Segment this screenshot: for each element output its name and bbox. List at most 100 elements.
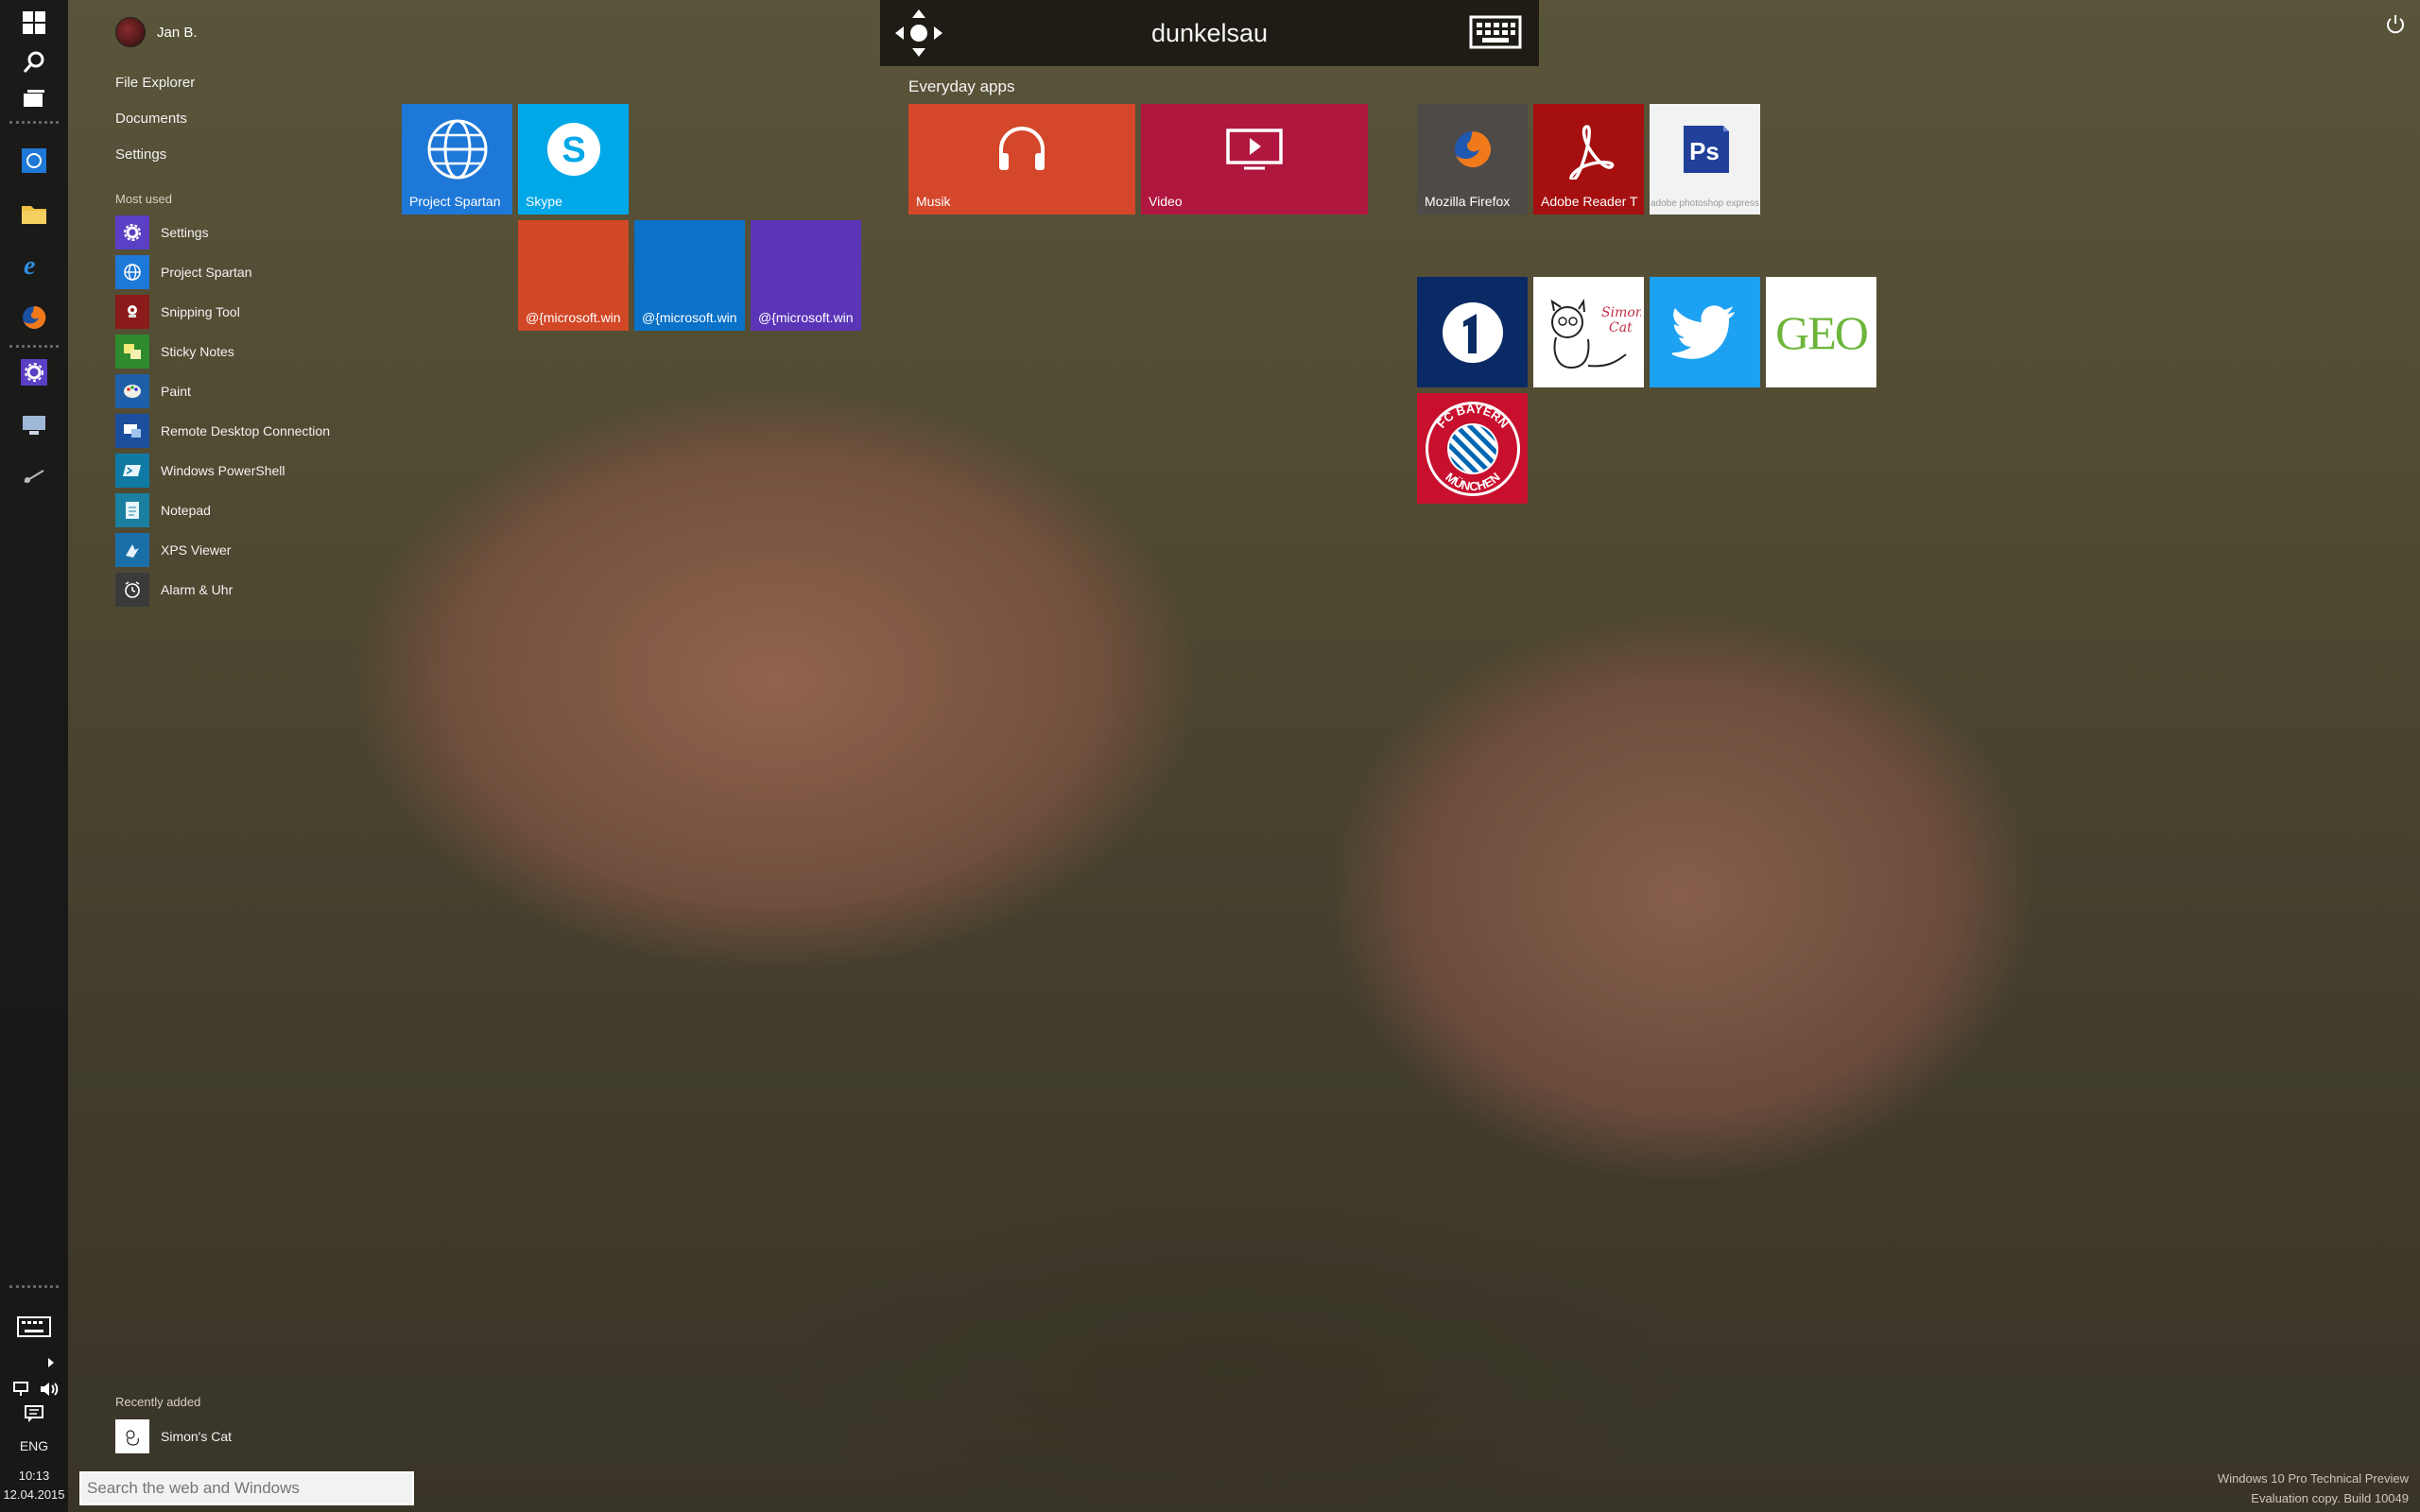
project-spartan-taskbar-icon[interactable] [17, 144, 51, 178]
tile-project-spartan[interactable]: Project Spartan [402, 104, 512, 215]
snipping-tool-taskbar-icon[interactable] [17, 459, 51, 493]
task-view-icon[interactable] [17, 81, 51, 115]
sticky-note-icon [115, 335, 149, 369]
keyboard-icon[interactable] [1469, 13, 1522, 51]
palette-icon [115, 374, 149, 408]
fc-bayern-icon: FC BAYERN MÜNCHEN [1417, 393, 1528, 504]
tile-microsoft-app[interactable]: @{microsoft.win [518, 220, 629, 331]
avatar [115, 17, 146, 47]
settings-taskbar-icon[interactable] [17, 355, 51, 389]
internet-explorer-icon[interactable]: e [17, 248, 51, 282]
most-used-item[interactable]: Project Spartan [115, 255, 252, 289]
most-used-item[interactable]: Remote Desktop Connection [115, 414, 330, 448]
twitter-icon [1650, 277, 1760, 387]
svg-text:e: e [24, 251, 35, 278]
tile-label: Video [1149, 194, 1183, 209]
tile-microsoft-app[interactable]: @{microsoft.win [634, 220, 745, 331]
search-icon[interactable] [17, 45, 51, 79]
ard-das-erste-icon [1417, 277, 1528, 387]
most-used-heading: Most used [115, 192, 172, 206]
svg-text:S: S [562, 130, 585, 170]
tile-twitter[interactable] [1650, 277, 1760, 387]
clock-time[interactable]: 10:13 [0, 1469, 68, 1483]
tile-video[interactable]: Video [1141, 104, 1368, 215]
user-account[interactable]: Jan B. [115, 17, 198, 47]
tile-microsoft-app[interactable]: @{microsoft.win [751, 220, 861, 331]
simons-cat-icon [115, 1419, 149, 1453]
file-explorer-icon[interactable] [17, 197, 51, 231]
powershell-icon [115, 454, 149, 488]
headphones-icon [908, 104, 1135, 194]
watermark-line-1: Windows 10 Pro Technical Preview [2217, 1471, 2409, 1486]
most-used-item[interactable]: Paint [115, 374, 191, 408]
remote-desktop-taskbar-icon[interactable] [17, 408, 51, 442]
watermark-line-2: Evaluation copy. Build 10049 [2251, 1491, 2409, 1505]
link-documents[interactable]: Documents [115, 111, 187, 127]
language-indicator[interactable]: ENG [0, 1438, 68, 1453]
tile-musik[interactable]: Musik [908, 104, 1135, 215]
scissors-icon [115, 295, 149, 329]
recently-added-item[interactable]: Simon's Cat [115, 1419, 232, 1453]
tile-skype[interactable]: S Skype [518, 104, 629, 215]
svg-text:Ps: Ps [1689, 137, 1720, 165]
most-used-label: Paint [161, 384, 191, 399]
top-bar-title: dunkelsau [1150, 19, 1269, 47]
tile-adobe-reader[interactable]: Adobe Reader T [1533, 104, 1644, 215]
tile-ard-das-erste[interactable] [1417, 277, 1528, 387]
most-used-item[interactable]: Alarm & Uhr [115, 573, 233, 607]
tile-sublabel: adobe photoshop express [1650, 198, 1760, 209]
start-menu-left-pane: Jan B. File Explorer Documents Settings … [68, 0, 427, 1512]
most-used-label: XPS Viewer [161, 542, 232, 558]
most-used-label: Windows PowerShell [161, 463, 285, 478]
simons-cat-icon: Simon'sCat [1533, 277, 1644, 387]
most-used-item[interactable]: Snipping Tool [115, 295, 240, 329]
most-used-label: Remote Desktop Connection [161, 423, 330, 438]
video-icon [1141, 104, 1368, 194]
svg-text:Cat: Cat [1609, 320, 1633, 335]
link-settings[interactable]: Settings [115, 146, 166, 163]
group-title-everyday-apps[interactable]: Everyday apps [908, 77, 1014, 96]
tile-fc-bayern[interactable]: FC BAYERN MÜNCHEN [1417, 393, 1528, 504]
xps-viewer-icon [115, 533, 149, 567]
firefox-icon [1417, 104, 1528, 194]
tile-label: Musik [916, 194, 951, 209]
recently-added-heading: Recently added [115, 1395, 201, 1409]
firefox-taskbar-icon[interactable] [17, 301, 51, 335]
most-used-item[interactable]: XPS Viewer [115, 533, 231, 567]
tile-label: @{microsoft.win [526, 310, 621, 325]
most-used-item[interactable]: Notepad [115, 493, 211, 527]
most-used-label: Settings [161, 225, 209, 240]
most-used-item[interactable]: Windows PowerShell [115, 454, 285, 488]
most-used-item[interactable]: Sticky Notes [115, 335, 234, 369]
gear-icon [115, 215, 149, 249]
most-used-item[interactable]: Settings [115, 215, 209, 249]
tile-photoshop-express[interactable]: Ps adobe photoshop express [1650, 104, 1760, 215]
tile-label: @{microsoft.win [758, 310, 854, 325]
clock-date[interactable]: 12.04.2015 [0, 1487, 68, 1502]
tile-label: Project Spartan [409, 194, 501, 209]
skype-icon: S [518, 104, 629, 194]
left-app-strip: e ENG 10:13 12.04.2015 [0, 0, 68, 1512]
tile-simons-cat[interactable]: Simon'sCat [1533, 277, 1644, 387]
tile-label: Mozilla Firefox [1425, 194, 1511, 209]
notepad-icon [115, 493, 149, 527]
tile-mozilla-firefox[interactable]: Mozilla Firefox [1417, 104, 1528, 215]
start-top-bar: dunkelsau [880, 0, 1539, 66]
link-file-explorer[interactable]: File Explorer [115, 75, 195, 91]
search-input[interactable] [79, 1471, 414, 1505]
remote-desktop-icon [115, 414, 149, 448]
tile-label: Adobe Reader T [1541, 194, 1638, 209]
most-used-label: Alarm & Uhr [161, 582, 233, 597]
most-used-label: Notepad [161, 503, 211, 518]
globe-icon [402, 104, 512, 194]
tile-geo[interactable]: GEO [1766, 277, 1876, 387]
action-center-icon[interactable] [17, 1397, 51, 1431]
globe-icon [115, 255, 149, 289]
alarm-clock-icon [115, 573, 149, 607]
user-name: Jan B. [157, 24, 198, 41]
geo-icon: GEO [1775, 305, 1869, 359]
acrobat-icon [1533, 104, 1644, 194]
windows-start-icon[interactable] [17, 6, 51, 40]
touch-keyboard-icon[interactable] [17, 1310, 51, 1344]
power-icon[interactable] [2384, 13, 2407, 36]
